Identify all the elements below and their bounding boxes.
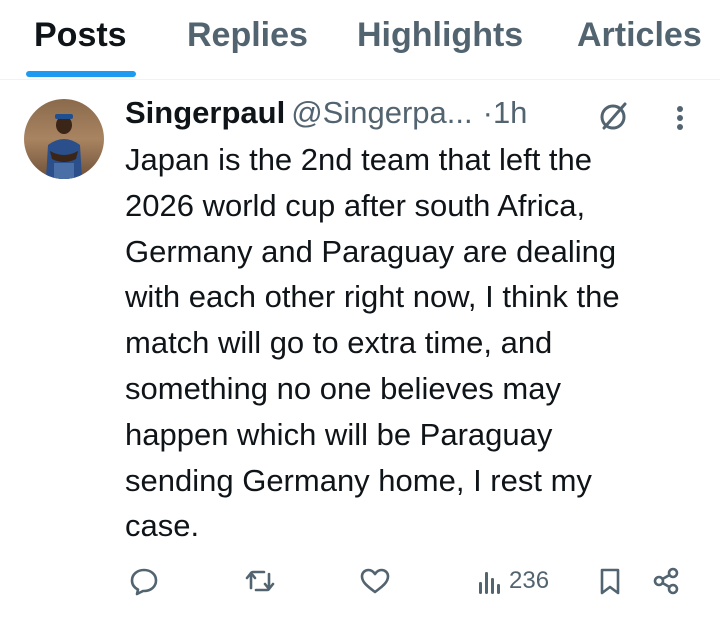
tab-posts[interactable]: Posts [34,14,127,64]
more-dots-icon[interactable] [668,101,692,135]
views-count: 236 [509,567,550,594]
views-icon [477,566,503,596]
reply-icon [129,566,159,596]
bookmark-icon [597,566,623,596]
active-tab-indicator [26,71,136,77]
post-time[interactable]: 1h [493,95,527,130]
like-button[interactable] [359,561,391,601]
share-icon [651,566,681,596]
avatar[interactable] [24,99,104,179]
display-name[interactable]: Singerpaul [125,95,285,130]
reply-button[interactable] [129,561,159,601]
tab-highlights[interactable]: Highlights [357,14,523,64]
separator-dot: · [482,95,493,130]
bookmark-button[interactable] [597,561,623,601]
post-text: Japan is the 2nd team that left the 2026… [125,142,620,544]
views-button[interactable]: 236 [477,561,549,601]
post[interactable]: Singerpaul @Singerpa... ·1h Japan is the 2… [0,81,720,619]
heart-icon [359,566,391,596]
repost-icon [244,566,276,596]
post-header: Singerpaul @Singerpa... ·1h [125,93,527,137]
profile-tabs: Posts Replies Highlights Articles [0,0,720,80]
grok-icon[interactable] [596,99,630,133]
user-handle[interactable]: @Singerpa... [291,95,472,130]
tab-articles[interactable]: Articles [577,14,702,64]
repost-button[interactable] [244,561,276,601]
post-actions: 236 [0,561,720,601]
tab-replies[interactable]: Replies [187,14,308,64]
share-button[interactable] [651,561,681,601]
